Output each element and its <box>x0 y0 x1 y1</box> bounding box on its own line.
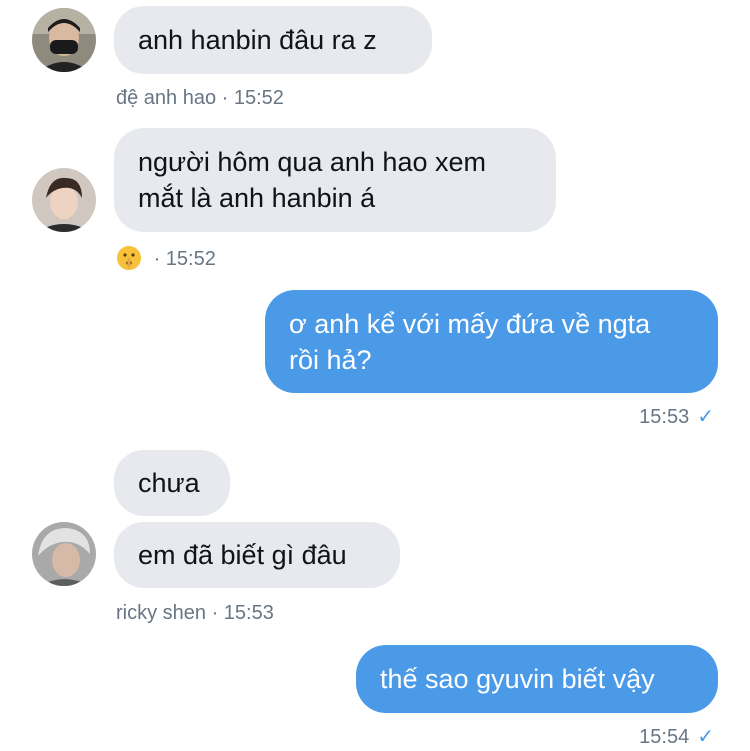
message-bubble[interactable]: ơ anh kể với mấy đứa về ngta rồi hả? <box>265 290 718 393</box>
message-line: rồi hả? <box>289 345 372 375</box>
message-meta: đệ anh hao · 15:52 <box>116 86 284 110</box>
user-photo-icon <box>32 8 96 72</box>
message-meta: 15:54 ✓ <box>639 725 714 749</box>
message-text: em đã biết gì đâu <box>138 540 347 570</box>
message-text: chưa <box>138 468 200 498</box>
avatar[interactable] <box>32 8 96 72</box>
dm-conversation: anh hanbin đâu ra z đệ anh hao · 15:52 n… <box>0 0 750 751</box>
message-time: 15:53 <box>639 406 690 428</box>
message-bubble[interactable]: người hôm qua anh hao xem mắt là anh han… <box>114 128 556 232</box>
avatar[interactable] <box>32 522 96 586</box>
message-meta: · 15:52 <box>116 245 216 271</box>
message-line: mắt là anh hanbin á <box>138 183 376 213</box>
user-photo-icon <box>32 522 96 586</box>
message-bubble[interactable]: chưa <box>114 450 230 516</box>
message-bubble[interactable]: em đã biết gì đâu <box>114 522 400 588</box>
message-text: anh hanbin đâu ra z <box>138 25 377 55</box>
message-time: 15:54 <box>639 726 690 748</box>
message-line: người hôm qua anh hao xem <box>138 147 486 177</box>
message-meta: 15:53 ✓ <box>639 405 714 429</box>
avatar[interactable] <box>32 168 96 232</box>
sender-time: đệ anh hao · 15:52 <box>116 87 284 109</box>
read-check-icon: ✓ <box>697 406 714 428</box>
message-line: ơ anh kể với mấy đứa về ngta <box>289 309 651 339</box>
message-bubble[interactable]: anh hanbin đâu ra z <box>114 6 432 74</box>
read-check-icon: ✓ <box>697 726 714 748</box>
message-time: · 15:52 <box>153 248 216 270</box>
message-bubble[interactable]: thế sao gyuvin biết vậy <box>356 645 718 713</box>
message-text: thế sao gyuvin biết vậy <box>380 664 655 694</box>
sender-time: ricky shen · 15:53 <box>116 602 274 624</box>
message-meta: ricky shen · 15:53 <box>116 601 274 625</box>
user-photo-icon <box>32 168 96 232</box>
shushing-face-emoji-icon <box>117 246 141 270</box>
